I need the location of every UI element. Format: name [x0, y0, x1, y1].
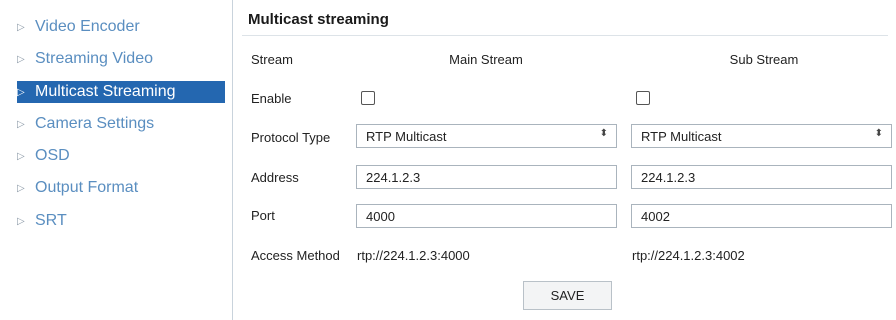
main-stream-protocol-value: RTP Multicast [366, 128, 447, 144]
main-stream-enable-checkbox[interactable] [361, 91, 375, 105]
sidebar-item-label: Output Format [35, 179, 139, 196]
sidebar-item-label: OSD [35, 147, 70, 164]
main-stream-port-input[interactable]: 4000 [356, 204, 617, 228]
protocol-type-label: Protocol Type [251, 130, 331, 145]
sub-stream-access-url: rtp://224.1.2.3:4002 [632, 248, 745, 263]
triangle-right-icon: ▷ [17, 182, 25, 194]
triangle-right-icon: ▷ [17, 21, 25, 33]
sub-stream-protocol-value: RTP Multicast [641, 128, 722, 144]
access-method-label: Access Method [251, 248, 340, 263]
select-caret-icon: ⬍ [874, 128, 883, 139]
sidebar-item-label: Video Encoder [35, 18, 140, 35]
sidebar-item-label: Multicast Streaming [35, 83, 176, 100]
address-label: Address [251, 170, 299, 185]
sidebar-item-streaming-video[interactable]: ▷ Streaming Video [17, 48, 225, 70]
sidebar: ▷ Video Encoder ▷ Streaming Video ▷ Mult… [0, 0, 233, 320]
sub-stream-address-value: 224.1.2.3 [641, 169, 696, 185]
triangle-right-icon: ▷ [17, 118, 25, 130]
triangle-right-icon: ▷ [17, 215, 25, 227]
sidebar-item-label: Camera Settings [35, 115, 155, 132]
main-stream-access-url: rtp://224.1.2.3:4000 [357, 248, 470, 263]
sidebar-item-label: Streaming Video [35, 50, 153, 67]
main-stream-address-input[interactable]: 224.1.2.3 [356, 165, 617, 189]
multicast-panel: Multicast streaming Stream Main Stream S… [234, 0, 896, 320]
sub-stream-port-input[interactable]: 4002 [631, 204, 892, 228]
sidebar-item-srt[interactable]: ▷ SRT [17, 210, 225, 232]
main-stream-header: Main Stream [449, 52, 523, 67]
sub-stream-enable-checkbox[interactable] [636, 91, 650, 105]
main-stream-address-value: 224.1.2.3 [366, 169, 421, 185]
sub-stream-address-input[interactable]: 224.1.2.3 [631, 165, 892, 189]
stream-label: Stream [251, 52, 293, 67]
sub-stream-protocol-select[interactable]: RTP Multicast ⬍ [631, 124, 892, 148]
triangle-right-icon: ▷ [17, 53, 25, 65]
page-title: Multicast streaming [248, 11, 389, 28]
sidebar-item-osd[interactable]: ▷ OSD [17, 145, 225, 167]
triangle-right-icon: ▷ [17, 86, 25, 98]
sidebar-item-output-format[interactable]: ▷ Output Format [17, 177, 225, 199]
title-divider [242, 35, 888, 36]
sidebar-item-multicast-streaming[interactable]: ▷ Multicast Streaming [17, 81, 225, 103]
save-button[interactable]: SAVE [523, 281, 612, 310]
sub-stream-port-value: 4002 [641, 208, 670, 224]
enable-label: Enable [251, 91, 292, 106]
sidebar-item-video-encoder[interactable]: ▷ Video Encoder [17, 16, 225, 38]
port-label: Port [251, 208, 275, 223]
sidebar-item-camera-settings[interactable]: ▷ Camera Settings [17, 113, 225, 135]
select-caret-icon: ⬍ [599, 128, 608, 139]
triangle-right-icon: ▷ [17, 150, 25, 162]
sidebar-item-label: SRT [35, 212, 67, 229]
sub-stream-header: Sub Stream [729, 52, 799, 67]
main-stream-protocol-select[interactable]: RTP Multicast ⬍ [356, 124, 617, 148]
main-stream-port-value: 4000 [366, 208, 395, 224]
